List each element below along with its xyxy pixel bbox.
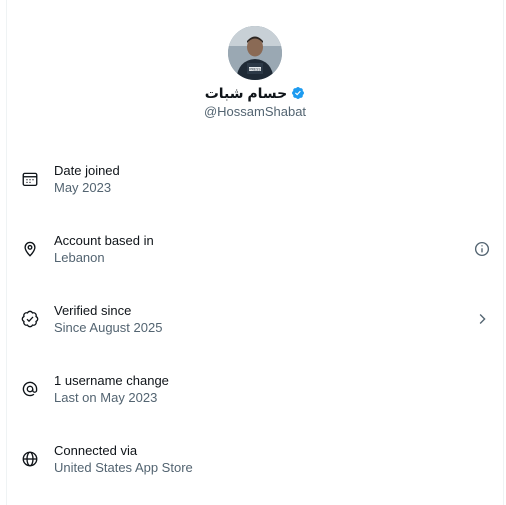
display-name-row: حسام شبات <box>205 84 306 102</box>
row-title: 1 username change <box>54 373 169 388</box>
verified-badge-icon <box>21 310 39 328</box>
username-handle: @HossamShabat <box>203 104 307 119</box>
display-name: حسام شبات <box>204 85 288 101</box>
info-icon[interactable] <box>473 240 491 258</box>
account-location-row: Account based in Lebanon <box>7 215 503 285</box>
username-change-row: 1 username change Last on May 2023 <box>7 355 503 425</box>
row-title: Account based in <box>54 233 154 248</box>
calendar-icon <box>22 172 38 187</box>
chevron-right-icon[interactable] <box>473 310 491 328</box>
verified-since-row[interactable]: Verified since Since August 2025 <box>7 285 503 355</box>
verified-badge-icon <box>292 87 305 99</box>
row-subtitle: May 2023 <box>54 180 112 195</box>
avatar[interactable]: PRESS <box>228 26 282 80</box>
row-subtitle: Since August 2025 <box>54 320 163 335</box>
svg-text:PRESS: PRESS <box>249 68 261 72</box>
globe-icon <box>22 451 38 467</box>
row-subtitle: Last on May 2023 <box>54 390 158 405</box>
row-subtitle: United States App Store <box>54 460 193 475</box>
about-account-panel: PRESS حسام شبات @HossamShabat Date joine… <box>6 0 504 505</box>
connected-via-row: Connected via United States App Store <box>7 425 503 495</box>
row-title: Date joined <box>54 163 120 178</box>
date-joined-row: Date joined May 2023 <box>7 145 503 215</box>
row-title: Connected via <box>54 443 138 458</box>
row-title: Verified since <box>54 303 132 318</box>
location-pin-icon <box>24 241 36 257</box>
profile-header: PRESS حسام شبات @HossamShabat <box>7 26 503 120</box>
row-subtitle: Lebanon <box>54 250 105 265</box>
at-sign-icon <box>22 381 38 397</box>
account-info-list: Date joined May 2023 Account based in Le… <box>7 145 503 495</box>
